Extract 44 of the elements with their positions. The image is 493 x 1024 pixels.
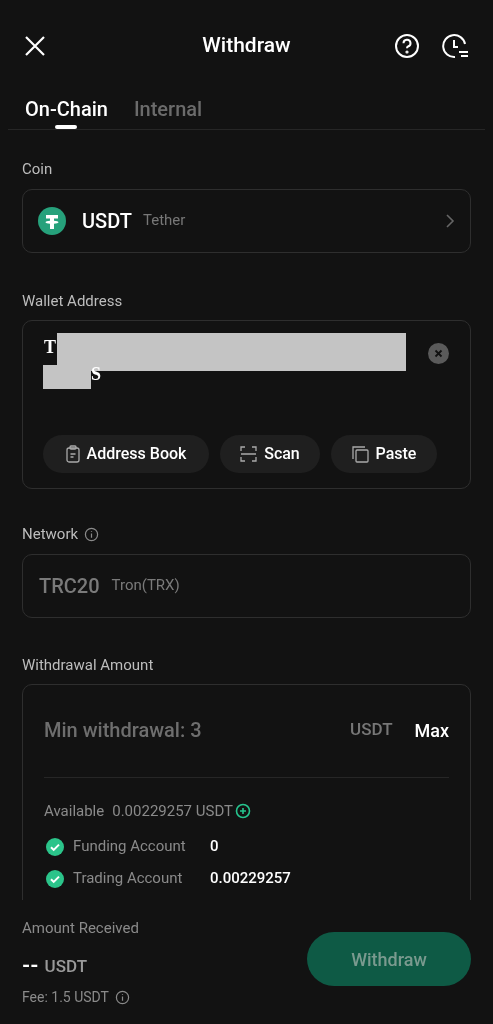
checkbox[interactable]: [46, 869, 64, 888]
copy-icon: [351, 445, 369, 463]
network-value: TRC20: [39, 572, 100, 600]
coin-icon: [38, 206, 66, 235]
received-unit: USDT: [44, 954, 88, 978]
available-value: 0.00229257 USDT: [112, 801, 233, 822]
tab[interactable]: On-Chain: [25, 92, 108, 129]
account-balance: 0.00229257: [210, 868, 291, 890]
chevron-right-icon: [445, 212, 455, 229]
info-icon[interactable]: [84, 526, 100, 542]
coin-symbol: USDT: [82, 207, 132, 235]
info-icon[interactable]: [114, 990, 130, 1005]
received-amount: --: [22, 951, 39, 979]
account-balance: 0: [210, 836, 219, 858]
field-label: Coin: [22, 159, 54, 180]
address-action-button[interactable]: Address Book: [43, 435, 209, 473]
amount-field[interactable]: Min withdrawal: 3: [44, 715, 350, 745]
close-icon[interactable]: [24, 35, 46, 57]
checkbox[interactable]: [46, 837, 64, 856]
network-name: Tron(TRX): [111, 575, 180, 597]
fee-text: Fee: 1.5 USDT: [22, 988, 109, 1007]
coin-name: Tether: [142, 210, 186, 232]
help-icon[interactable]: [394, 33, 420, 59]
field-label: Withdrawal Amount: [22, 654, 155, 676]
field-label: Wallet Address: [22, 290, 124, 312]
clear-icon[interactable]: [428, 343, 449, 364]
network-field[interactable]: TRC20 Tron(TRX): [22, 553, 471, 618]
account-name: Funding Account: [73, 836, 187, 858]
available-label: Available: [44, 801, 105, 822]
address-action-button[interactable]: Paste: [331, 435, 437, 473]
add-icon[interactable]: [235, 803, 251, 820]
scan-icon: [240, 446, 258, 462]
field-label: Network: [22, 524, 79, 545]
address-text: T: [44, 336, 56, 359]
clipboard-icon: [65, 445, 80, 463]
tab[interactable]: Internal: [133, 92, 203, 129]
amount-unit: USDT: [350, 718, 393, 742]
history-icon[interactable]: [442, 32, 469, 60]
max-button[interactable]: Max: [414, 716, 449, 744]
address-action-button[interactable]: Scan: [220, 435, 320, 473]
amount-received-label: Amount Received: [22, 918, 140, 939]
coin-selector[interactable]: USDT Tether: [22, 188, 471, 253]
page-title: Withdraw: [202, 32, 291, 60]
account-name: Trading Account: [73, 868, 184, 890]
